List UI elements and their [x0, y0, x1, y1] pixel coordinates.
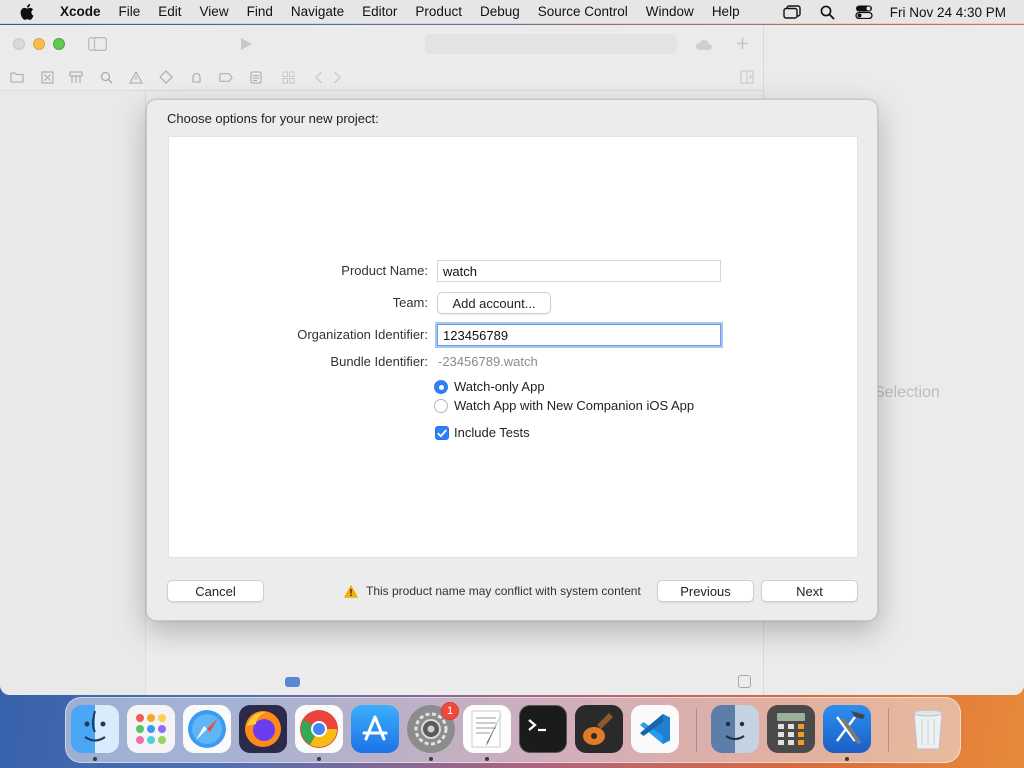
product-name-field[interactable] — [437, 260, 721, 282]
checkmark-icon — [437, 429, 447, 437]
garageband-icon[interactable] — [575, 705, 623, 753]
menu-edit[interactable]: Edit — [149, 4, 190, 19]
stage-manager-icon[interactable] — [782, 4, 802, 20]
control-center-icon[interactable] — [854, 4, 874, 20]
organization-identifier-field[interactable] — [437, 324, 721, 346]
menu-file[interactable]: File — [110, 4, 150, 19]
terminal-icon[interactable] — [519, 705, 567, 753]
bundle-identifier-label: Bundle Identifier: — [330, 354, 428, 369]
menu-app-name[interactable]: Xcode — [51, 4, 110, 19]
settings-running-indicator — [429, 757, 433, 761]
safari-icon[interactable] — [183, 705, 231, 753]
label-column: Product Name: Team: Organization Identif… — [169, 137, 428, 557]
include-tests-label[interactable]: Include Tests — [454, 425, 530, 440]
window-zoom-button[interactable] — [53, 38, 65, 50]
menu-window[interactable]: Window — [637, 4, 703, 19]
cancel-button[interactable]: Cancel — [167, 580, 264, 602]
spotlight-search-icon[interactable] — [818, 4, 838, 20]
find-navigator-icon[interactable] — [99, 70, 113, 84]
dock-separator — [696, 708, 697, 752]
menu-navigate[interactable]: Navigate — [282, 4, 353, 19]
firefox-icon[interactable] — [239, 705, 287, 753]
organization-identifier-label: Organization Identifier: — [297, 327, 428, 342]
app-store-icon[interactable] — [351, 705, 399, 753]
include-tests-checkbox[interactable] — [435, 426, 449, 440]
finder-alt-icon[interactable] — [711, 705, 759, 753]
launchpad-icon[interactable] — [127, 705, 175, 753]
no-selection-label: Selection — [874, 384, 940, 401]
sheet-title: Choose options for your new project: — [167, 111, 379, 126]
menu-clock[interactable]: Fri Nov 24 4:30 PM — [890, 5, 1006, 20]
warning-icon — [344, 584, 358, 598]
add-account-button[interactable]: Add account... — [437, 292, 551, 314]
finder-icon[interactable] — [71, 705, 119, 753]
forward-arrow-icon[interactable] — [330, 70, 344, 84]
navigator-toggle-icon[interactable] — [87, 37, 107, 51]
chrome-icon[interactable] — [295, 705, 343, 753]
trash-icon[interactable] — [904, 705, 952, 753]
settings-notification-badge: 1 — [441, 702, 459, 720]
menu-bar: Xcode File Edit View Find Navigate Edito… — [0, 0, 1024, 24]
test-navigator-icon[interactable] — [159, 70, 173, 84]
filter-toggle-icon[interactable] — [285, 677, 300, 687]
dock-separator — [888, 708, 889, 752]
vscode-icon[interactable] — [631, 705, 679, 753]
add-editor-icon[interactable] — [740, 70, 754, 84]
options-panel: Product Name: Team: Organization Identif… — [168, 136, 858, 558]
activity-view — [425, 34, 677, 54]
library-icon[interactable] — [695, 37, 713, 51]
apple-menu-icon[interactable] — [17, 3, 37, 20]
warning-text: This product name may conflict with syst… — [366, 584, 641, 598]
folder-icon[interactable] — [10, 70, 24, 84]
team-label: Team: — [392, 295, 428, 310]
xcode-running-indicator — [845, 757, 849, 761]
next-button[interactable]: Next — [761, 580, 858, 602]
textedit-icon[interactable] — [463, 705, 511, 753]
menu-help[interactable]: Help — [703, 4, 749, 19]
new-project-options-sheet: Choose options for your new project: Pro… — [146, 99, 878, 621]
window-minimize-button[interactable] — [33, 38, 45, 50]
grid-icon[interactable] — [281, 70, 295, 84]
window-close-button[interactable] — [13, 38, 25, 50]
symbol-navigator-icon[interactable] — [69, 70, 83, 84]
previous-button[interactable]: Previous — [657, 580, 754, 602]
report-navigator-icon[interactable] — [249, 70, 263, 84]
navigator-pane — [0, 91, 146, 695]
watch-only-app-label[interactable]: Watch-only App — [454, 379, 545, 394]
back-arrow-icon[interactable] — [311, 70, 325, 84]
breakpoint-navigator-icon[interactable] — [219, 70, 233, 84]
issue-navigator-icon[interactable] — [129, 70, 143, 84]
dock: 1 — [65, 697, 961, 763]
finder-running-indicator — [93, 757, 97, 761]
textedit-running-indicator — [485, 757, 489, 761]
menu-product[interactable]: Product — [406, 4, 471, 19]
product-name-label: Product Name: — [341, 263, 428, 278]
watch-companion-app-radio[interactable] — [434, 399, 448, 413]
watch-companion-app-label[interactable]: Watch App with New Companion iOS App — [454, 398, 694, 413]
menu-source-control[interactable]: Source Control — [529, 4, 637, 19]
debug-navigator-icon[interactable] — [189, 70, 203, 84]
source-control-icon[interactable] — [40, 70, 54, 84]
bundle-identifier-value: -23456789.watch — [438, 354, 538, 369]
menu-view[interactable]: View — [191, 4, 238, 19]
menu-editor[interactable]: Editor — [353, 4, 406, 19]
system-settings-icon[interactable]: 1 — [407, 702, 459, 753]
calculator-icon[interactable] — [767, 705, 815, 753]
watch-only-app-radio[interactable] — [434, 380, 448, 394]
xcode-icon[interactable] — [823, 705, 871, 753]
menu-find[interactable]: Find — [238, 4, 282, 19]
debug-area-toggle-icon[interactable] — [738, 675, 751, 688]
add-icon[interactable] — [735, 36, 749, 50]
run-icon[interactable] — [239, 37, 253, 51]
warning-message: This product name may conflict with syst… — [344, 584, 641, 598]
chrome-running-indicator — [317, 757, 321, 761]
menu-debug[interactable]: Debug — [471, 4, 529, 19]
